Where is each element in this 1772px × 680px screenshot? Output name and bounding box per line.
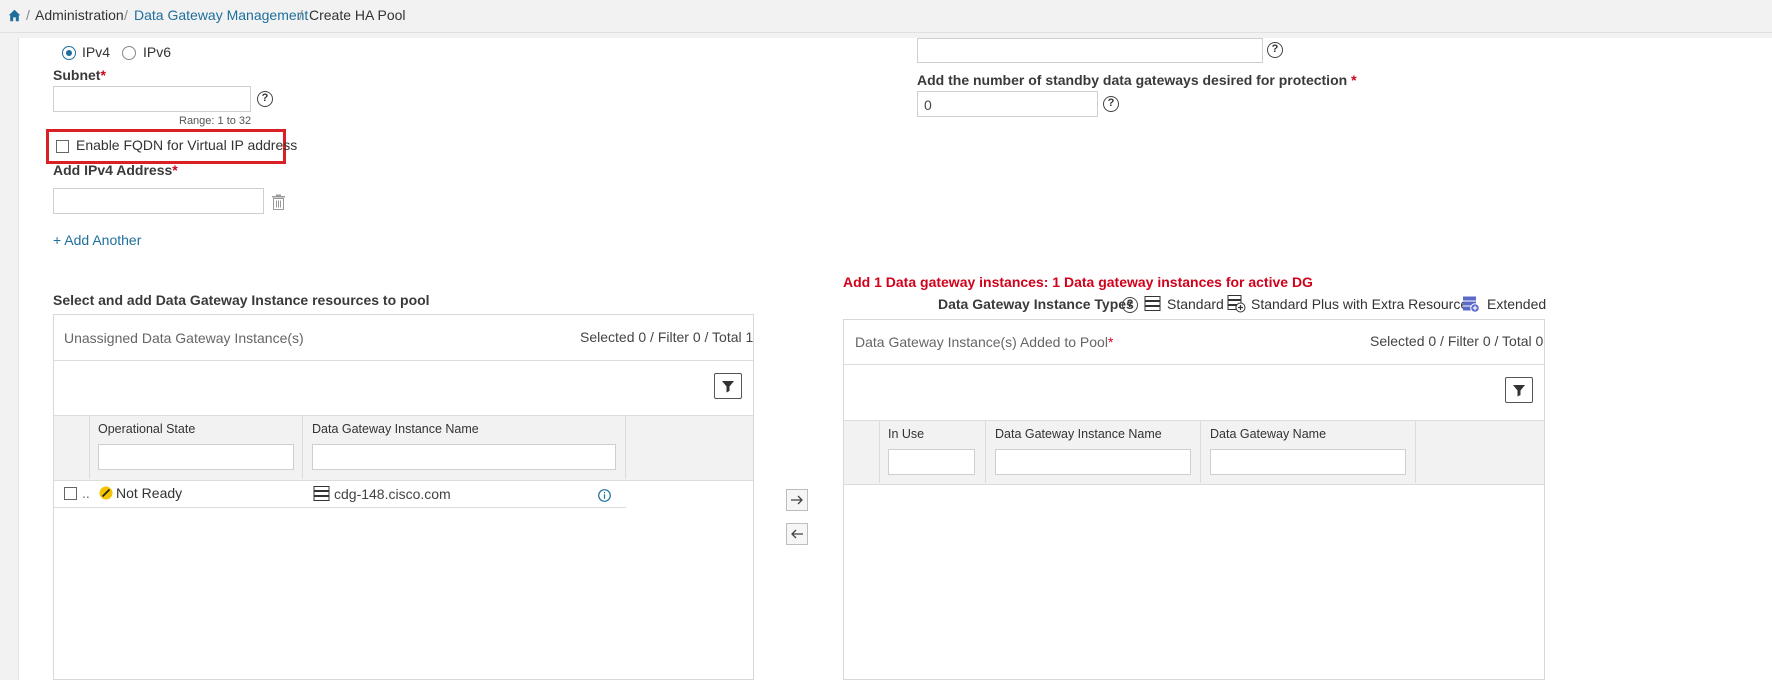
not-ready-icon <box>99 486 113 500</box>
arrow-right-icon <box>791 495 803 505</box>
subnet-help-icon[interactable]: ? <box>257 91 273 107</box>
row-truncated-cell: .. <box>82 485 90 501</box>
column-header-operational-state[interactable]: Operational State <box>98 422 195 436</box>
instance-name-filter-input[interactable] <box>312 444 616 470</box>
pool-instance-name-filter-input[interactable] <box>995 449 1191 475</box>
col-divider <box>1415 421 1416 483</box>
info-icon[interactable] <box>598 489 611 502</box>
instance-types-help-icon[interactable]: ? <box>1122 297 1138 313</box>
home-icon[interactable] <box>8 9 21 22</box>
extended-type-icon <box>1463 296 1480 313</box>
pool-table <box>843 319 1545 680</box>
divider <box>54 360 753 361</box>
fqdn-label: Enable FQDN for Virtual IP address <box>76 137 298 153</box>
filter-icon <box>722 381 734 393</box>
arrow-left-icon <box>791 529 803 539</box>
standby-count-input[interactable]: 0 <box>917 91 1098 117</box>
row-instance-name[interactable]: cdg-148.cisco.com <box>334 486 451 502</box>
ipv4-address-input[interactable] <box>53 188 264 214</box>
move-right-button[interactable] <box>786 489 808 511</box>
unassigned-filter-button[interactable] <box>714 373 742 399</box>
trash-icon[interactable] <box>271 194 286 210</box>
row-checkbox[interactable] <box>64 487 77 500</box>
pool-warning-message: Add 1 Data gateway instances: 1 Data gat… <box>843 274 1313 290</box>
type-extended-label: Extended <box>1487 296 1547 312</box>
ipv6-label: IPv6 <box>143 44 172 60</box>
row-operational-state: Not Ready <box>116 485 183 501</box>
column-header-pool-instance-name[interactable]: Data Gateway Instance Name <box>995 427 1162 441</box>
breadcrumb-separator: / <box>26 7 30 23</box>
ipv4-radio[interactable] <box>62 46 76 60</box>
subnet-label: Subnet* <box>53 67 106 83</box>
top-right-help-icon[interactable]: ? <box>1267 42 1283 58</box>
column-header-gateway-name[interactable]: Data Gateway Name <box>1210 427 1326 441</box>
instance-types-label: Data Gateway Instance Types <box>938 296 1134 312</box>
standby-label: Add the number of standby data gateways … <box>917 72 1357 88</box>
subnet-input[interactable] <box>53 86 251 112</box>
standard-server-icon <box>313 486 330 501</box>
breadcrumb-current-page: Create HA Pool <box>309 7 406 23</box>
breadcrumb-administration[interactable]: Administration <box>35 7 124 23</box>
standby-help-icon[interactable]: ? <box>1103 96 1119 112</box>
fqdn-checkbox[interactable] <box>56 140 69 153</box>
standard-type-icon <box>1144 296 1161 311</box>
column-header-instance-name[interactable]: Data Gateway Instance Name <box>312 422 479 436</box>
add-ipv4-label: Add IPv4 Address* <box>53 162 178 178</box>
col-divider <box>89 416 90 479</box>
unassigned-section-title: Select and add Data Gateway Instance res… <box>53 292 430 308</box>
col-divider <box>625 416 626 479</box>
type-standard-plus-label: Standard Plus with Extra Resources <box>1251 296 1476 312</box>
gateway-name-filter-input[interactable] <box>1210 449 1406 475</box>
col-divider <box>985 421 986 483</box>
divider <box>844 364 1544 365</box>
breadcrumb-separator: / <box>299 7 303 23</box>
pool-filter-button[interactable] <box>1505 377 1533 403</box>
unassigned-counts: Selected 0 / Filter 0 / Total 1 <box>580 329 754 345</box>
col-divider <box>1200 421 1201 483</box>
breadcrumb-data-gateway-management[interactable]: Data Gateway Management <box>134 7 308 23</box>
unassigned-panel-title: Unassigned Data Gateway Instance(s) <box>64 330 304 346</box>
type-standard-label: Standard <box>1167 296 1224 312</box>
ipv4-label: IPv4 <box>82 44 111 60</box>
subnet-range-hint: Range: 1 to 32 <box>179 115 252 127</box>
col-divider <box>879 421 880 483</box>
pool-counts: Selected 0 / Filter 0 / Total 0 <box>1370 333 1544 349</box>
operational-state-filter-input[interactable] <box>98 444 294 470</box>
in-use-filter-input[interactable] <box>888 449 975 475</box>
move-left-button[interactable] <box>786 523 808 545</box>
col-divider <box>302 416 303 479</box>
breadcrumb-separator: / <box>124 7 128 23</box>
standard-plus-type-icon <box>1227 295 1246 313</box>
pool-panel-title: Data Gateway Instance(s) Added to Pool* <box>855 334 1114 350</box>
top-right-input[interactable] <box>917 38 1263 63</box>
add-another-link[interactable]: + Add Another <box>53 232 141 248</box>
ipv6-radio[interactable] <box>122 46 136 60</box>
column-header-in-use[interactable]: In Use <box>888 427 924 441</box>
breadcrumb: / Administration / Data Gateway Manageme… <box>0 0 1772 33</box>
filter-icon <box>1513 385 1525 397</box>
